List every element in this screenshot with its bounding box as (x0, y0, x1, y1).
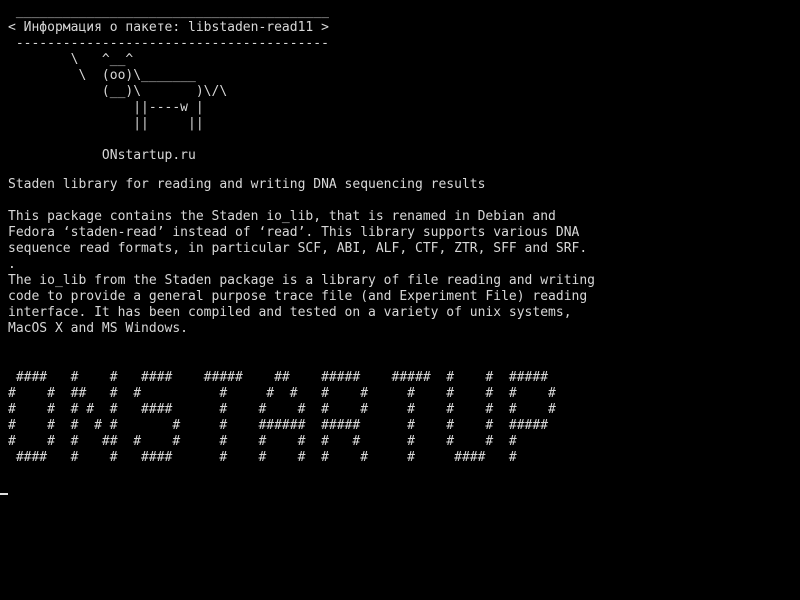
description-line: interface. It has been compiled and test… (8, 305, 572, 320)
description-line: Fedora ‘staden-read’ instead of ‘read’. … (8, 225, 580, 240)
banner-line: # # ## # # # # # # # # # # # # (8, 386, 556, 401)
banner-line: #### # # #### # # # # # # #### # (8, 450, 517, 465)
banner-line: # # # ## # # # # # # # # # # # (8, 434, 517, 449)
description-line: MacOS X and MS Windows. (8, 321, 189, 336)
cow-art-line: \ ^__^ (8, 52, 134, 67)
summary-text: Staden library for reading and writing D… (8, 177, 486, 192)
cow-art-line: \ (oo)\_______ (8, 68, 196, 83)
banner-line: # # # # # #### # # # # # # # # # # (8, 402, 556, 417)
description-line: code to provide a general purpose trace … (8, 289, 588, 304)
description-line: . (8, 257, 16, 272)
cowsay-message: ________________________________________… (8, 4, 329, 164)
terminal-screen[interactable]: ________________________________________… (0, 0, 800, 600)
site-name: ONstartup.ru (8, 148, 196, 163)
package-description: This package contains the Staden io_lib,… (8, 209, 595, 337)
description-line: This package contains the Staden io_lib,… (8, 209, 556, 224)
cowsay-line: ---------------------------------------- (8, 36, 329, 51)
description-line: sequence read formats, in particular SCF… (8, 241, 588, 256)
description-line: The io_lib from the Staden package is a … (8, 273, 595, 288)
banner-line: #### # # #### ##### ## ##### ##### # # #… (8, 370, 549, 385)
ascii-banner: #### # # #### ##### ## ##### ##### # # #… (8, 370, 556, 466)
text-cursor[interactable] (0, 493, 8, 495)
cow-art-line: ||----w | (8, 100, 204, 115)
cowsay-line: ________________________________________ (8, 4, 329, 19)
cow-art-line: || || (8, 116, 204, 131)
banner-line: # # # # # # # ###### ##### # # # ##### (8, 418, 549, 433)
cow-art-line: (__)\ )\/\ (8, 84, 228, 99)
package-summary: Staden library for reading and writing D… (8, 177, 485, 193)
cowsay-package-title: < Информация о пакете: libstaden-read11 … (8, 20, 329, 35)
